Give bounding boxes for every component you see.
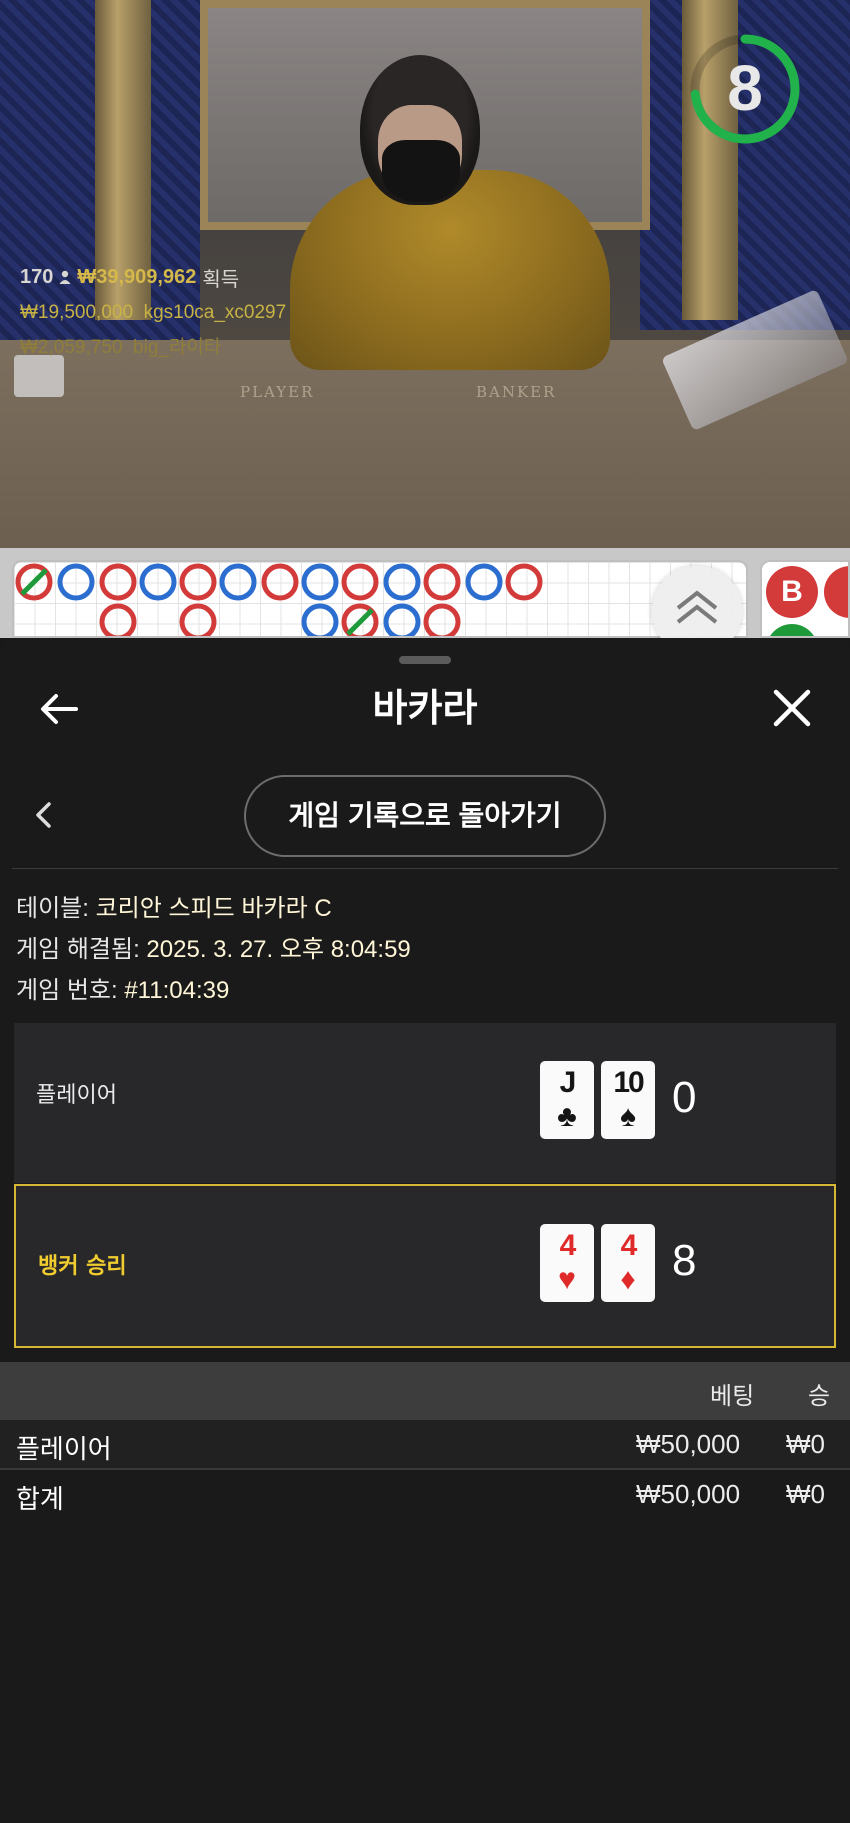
bets-table-header: 베팅 승 bbox=[0, 1362, 850, 1420]
total-win-amount: ₩0 bbox=[786, 1479, 825, 1509]
winner-name: kgs10ca_xc0297 bbox=[143, 302, 287, 323]
bead-tie bbox=[766, 624, 818, 636]
road-marker-banker bbox=[261, 563, 299, 601]
sheet-drag-handle[interactable] bbox=[399, 656, 451, 664]
winner-amount: ₩19,500,000 bbox=[20, 302, 134, 323]
win-amount: ₩0 bbox=[786, 1429, 825, 1459]
banker-score: 8 bbox=[672, 1236, 697, 1285]
bet-name: 플레이어 bbox=[16, 1435, 112, 1465]
game-number-value: #11:04:39 bbox=[124, 977, 230, 1004]
road-marker-player bbox=[383, 563, 421, 601]
winner-amount: ₩2,059,750 bbox=[20, 337, 123, 358]
table-row: 합계 ₩50,000 ₩0 bbox=[0, 1470, 850, 1518]
winners-overlay: 170 ₩39,909,962 획득 ₩19,500,000 kgs10ca_x… bbox=[20, 265, 286, 359]
bet-amount: ₩50,000 bbox=[636, 1429, 741, 1459]
road-marker-banker bbox=[99, 563, 137, 601]
playing-card: 4 ♦ bbox=[601, 1224, 655, 1302]
banker-hand: 뱅커 승리 4 ♥ 4 ♦ 8 bbox=[14, 1184, 836, 1348]
top-winner-1: ₩19,500,000 kgs10ca_xc0297 bbox=[20, 302, 286, 324]
playing-card: 10 ♠ bbox=[601, 1061, 655, 1139]
resolved-label: 게임 해결됨: bbox=[16, 936, 140, 963]
road-marker-tie bbox=[20, 568, 48, 596]
playing-card: 4 ♥ bbox=[540, 1224, 594, 1302]
resolved-info: 게임 해결됨: 2025. 3. 27. 오후 8:04:59 bbox=[16, 929, 411, 964]
road-marker-banker bbox=[341, 563, 379, 601]
game-number-label: 게임 번호: bbox=[16, 977, 118, 1004]
card-rank: 4 bbox=[559, 1229, 577, 1262]
player-count: 170 bbox=[20, 265, 54, 288]
discard-tray bbox=[14, 355, 64, 397]
table-info: 테이블: 코리안 스피드 바카라 C bbox=[16, 888, 332, 923]
total-bet-amount: ₩50,000 bbox=[636, 1479, 741, 1509]
bead-road-panel[interactable]: B bbox=[760, 560, 850, 638]
table-label-player: PLAYER bbox=[240, 383, 315, 401]
winner-name: big_라이타 bbox=[133, 337, 222, 358]
sheet-title: 바카라 bbox=[372, 686, 478, 730]
person-icon bbox=[59, 270, 71, 284]
road-marker-player bbox=[139, 563, 177, 601]
dealer-body bbox=[290, 170, 610, 370]
big-road-markers bbox=[15, 563, 543, 636]
game-number-info: 게임 번호: #11:04:39 bbox=[16, 970, 229, 1005]
road-marker-tie bbox=[346, 608, 374, 636]
live-video: PLAYER BANKER 170 ₩39,909,962 획득 ₩19,500… bbox=[0, 0, 850, 548]
heart-icon: ♥ bbox=[558, 1263, 576, 1296]
player-score: 0 bbox=[672, 1073, 697, 1122]
table-label-banker: BANKER bbox=[476, 383, 557, 401]
card-rank: J bbox=[559, 1066, 577, 1099]
game-details-sheet: 바카라 게임 기록으로 돌아가기 테이블: 코리안 스피드 바카라 C 게임 해… bbox=[0, 638, 850, 1823]
table-value: 코리안 스피드 바카라 C bbox=[95, 895, 332, 922]
dealer-mask bbox=[382, 140, 460, 202]
back-to-history-button[interactable]: 게임 기록으로 돌아가기 bbox=[244, 775, 606, 857]
road-marker-player bbox=[301, 603, 339, 636]
total-label: 합계 bbox=[16, 1485, 64, 1515]
card-rank: 10 bbox=[613, 1066, 644, 1099]
card-rank: 4 bbox=[620, 1229, 638, 1262]
bead-banker: B bbox=[766, 566, 818, 618]
player-hand: 플레이어 J ♣ 10 ♠ 0 bbox=[14, 1023, 836, 1183]
road-marker-banker bbox=[505, 563, 543, 601]
club-icon: ♣ bbox=[557, 1100, 577, 1133]
divider bbox=[12, 868, 838, 869]
table-label: 테이블: bbox=[16, 895, 89, 922]
win-column-header: 승 bbox=[808, 1382, 831, 1410]
player-hand-label: 플레이어 bbox=[36, 1083, 117, 1108]
road-marker-banker bbox=[423, 563, 461, 601]
diamond-icon: ♦ bbox=[620, 1263, 636, 1296]
road-marker-player bbox=[383, 603, 421, 636]
road-marker-player bbox=[57, 563, 95, 601]
road-marker-player bbox=[301, 563, 339, 601]
road-marker-banker bbox=[179, 563, 217, 601]
playing-card: J ♣ bbox=[540, 1061, 594, 1139]
road-marker-player bbox=[219, 563, 257, 601]
bead-banker bbox=[824, 566, 848, 618]
bet-column-header: 베팅 bbox=[710, 1382, 755, 1410]
road-marker-player bbox=[465, 563, 503, 601]
table-row: 플레이어 ₩50,000 ₩0 bbox=[0, 1420, 850, 1468]
total-winnings-suffix: 획득 bbox=[202, 268, 240, 291]
close-icon[interactable] bbox=[770, 686, 814, 730]
spade-icon: ♠ bbox=[620, 1100, 636, 1133]
top-winner-2: ₩2,059,750 big_라이타 bbox=[20, 332, 286, 358]
total-winnings: ₩39,909,962 bbox=[77, 265, 197, 288]
chevron-left-icon[interactable] bbox=[32, 800, 56, 830]
road-marker-banker bbox=[179, 603, 217, 636]
countdown-timer: 8 bbox=[727, 52, 763, 124]
road-marker-banker bbox=[99, 603, 137, 636]
banker-win-label: 뱅커 승리 bbox=[38, 1254, 127, 1279]
resolved-value: 2025. 3. 27. 오후 8:04:59 bbox=[146, 936, 411, 963]
road-marker-banker bbox=[423, 603, 461, 636]
big-road[interactable] bbox=[12, 560, 748, 638]
